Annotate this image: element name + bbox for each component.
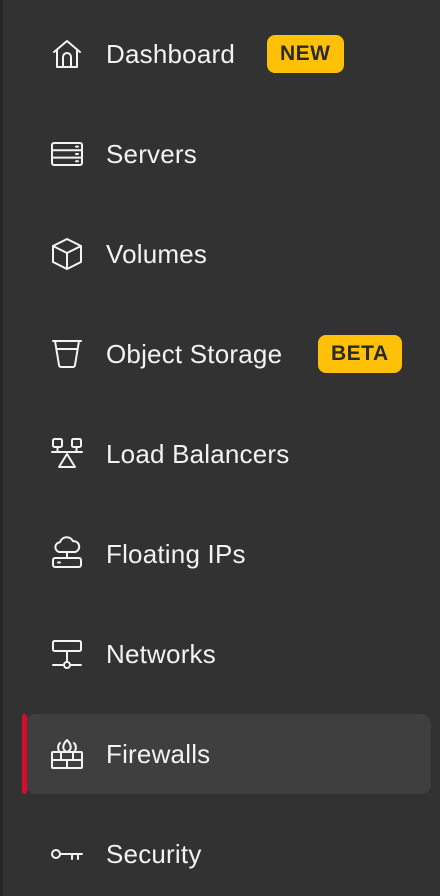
sidebar-item-volumes[interactable]: Volumes — [25, 214, 431, 294]
sidebar-item-security[interactable]: Security — [25, 814, 431, 894]
beta-badge: BETA — [318, 335, 402, 373]
sidebar-item-firewalls[interactable]: Firewalls — [22, 714, 431, 794]
sidebar-item-label: Object Storage — [106, 338, 283, 369]
server-icon — [49, 136, 85, 172]
key-icon — [49, 836, 85, 872]
network-icon — [49, 636, 85, 672]
bucket-icon — [49, 336, 85, 372]
sidebar-item-label: Floating IPs — [106, 538, 246, 569]
sidebar-item-object-storage[interactable]: Object Storage BETA — [25, 314, 431, 394]
sidebar-item-label: Firewalls — [106, 738, 211, 769]
sidebar-item-dashboard[interactable]: Dashboard NEW — [25, 14, 431, 94]
sidebar-item-networks[interactable]: Networks — [25, 614, 431, 694]
sidebar-item-label: Load Balancers — [106, 438, 290, 469]
sidebar-item-label: Dashboard — [106, 38, 235, 69]
sidebar-item-load-balancers[interactable]: Load Balancers — [25, 414, 431, 494]
cube-icon — [49, 236, 85, 272]
active-indicator — [22, 714, 27, 794]
new-badge: NEW — [267, 35, 344, 73]
sidebar-item-label: Security — [106, 838, 202, 869]
load-balancer-icon — [49, 436, 85, 472]
sidebar: Dashboard NEW Servers Volumes Object Sto… — [0, 0, 440, 896]
sidebar-item-floating-ips[interactable]: Floating IPs — [25, 514, 431, 594]
sidebar-item-servers[interactable]: Servers — [25, 114, 431, 194]
sidebar-item-label: Volumes — [106, 238, 208, 269]
sidebar-item-label: Networks — [106, 638, 216, 669]
sidebar-item-label: Servers — [106, 138, 197, 169]
home-icon — [49, 36, 85, 72]
cloud-network-icon — [49, 536, 85, 572]
firewall-icon — [49, 736, 85, 772]
